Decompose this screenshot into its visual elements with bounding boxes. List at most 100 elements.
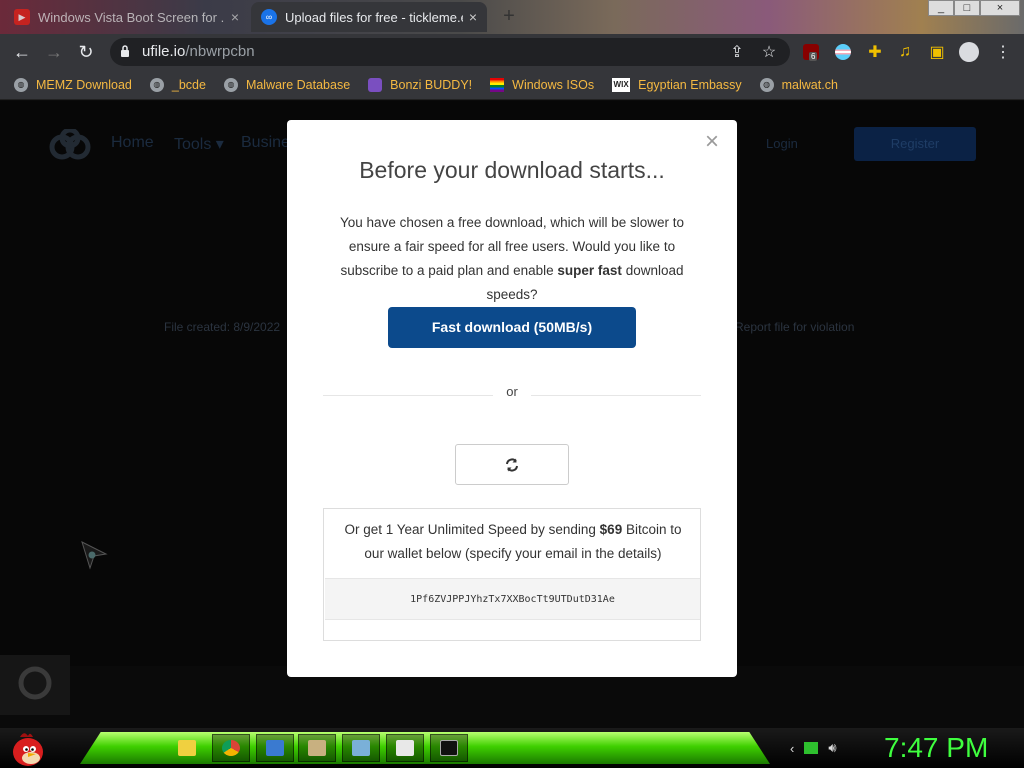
divider-left xyxy=(323,395,493,396)
url-text: ufile.io/nbwrpcbn xyxy=(142,43,255,60)
forward-icon[interactable]: → xyxy=(42,40,66,64)
mouse-cursor-icon xyxy=(81,541,108,570)
document-icon xyxy=(352,740,370,756)
desc-bold: super fast xyxy=(557,263,622,278)
url-path: /nbwrpcbn xyxy=(185,43,255,60)
bookmark-label: MEMZ Download xyxy=(36,77,132,92)
bonzi-icon xyxy=(368,77,383,92)
close-icon[interactable]: × xyxy=(705,130,719,154)
new-tab-button[interactable]: + xyxy=(498,6,520,26)
tray-chevron-icon[interactable]: ‹ xyxy=(790,741,794,756)
minimize-button[interactable]: _ xyxy=(928,0,954,16)
tab-youtube[interactable]: ▶ Windows Vista Boot Screen for ... × xyxy=(4,2,249,32)
tab-title: Windows Vista Boot Screen for ... xyxy=(38,9,225,25)
bookmark-label: Bonzi BUDDY! xyxy=(390,77,473,92)
share-icon[interactable]: ⇪ xyxy=(726,41,748,63)
bookmark-bcde[interactable]: ◍ _bcde xyxy=(149,77,206,92)
globe-icon: ◍ xyxy=(223,77,238,92)
bookmark-bonzi[interactable]: Bonzi BUDDY! xyxy=(368,77,473,92)
bookmark-label: Windows ISOs xyxy=(512,77,595,92)
ufile-logo xyxy=(49,129,91,160)
nav-tools[interactable]: Tools ▾ xyxy=(174,134,224,154)
or-separator: or xyxy=(506,384,518,399)
taskbar-chrome[interactable] xyxy=(212,734,250,762)
rainbow-flag-icon xyxy=(490,77,505,92)
file-created-text: File created: 8/9/2022 xyxy=(164,320,281,334)
btc-text: Or get 1 Year Unlimited Speed by sending xyxy=(344,522,600,537)
volume-icon[interactable]: 🔊︎ xyxy=(828,740,836,756)
lock-icon xyxy=(121,45,129,57)
bookmark-label: Egyptian Embassy xyxy=(638,77,742,92)
youtube-icon: ▶ xyxy=(14,9,30,25)
refresh-icon xyxy=(506,457,518,472)
modal-description: You have chosen a free download, which w… xyxy=(319,211,705,307)
maximize-button[interactable]: □ xyxy=(954,0,980,16)
profile-avatar-icon[interactable] xyxy=(958,41,980,63)
globe-icon: ◍ xyxy=(149,77,164,92)
taskbar-clock[interactable]: 7:47 PM xyxy=(884,732,988,764)
media-icon xyxy=(308,740,326,756)
bookmark-malware-database[interactable]: ◍ Malware Database xyxy=(223,77,351,92)
media-control-icon[interactable]: ♫ xyxy=(894,41,916,63)
register-button[interactable]: Register xyxy=(854,127,976,161)
globe-icon: ◍ xyxy=(759,77,774,92)
nav-login[interactable]: Login xyxy=(766,136,798,151)
taskbar-app5[interactable] xyxy=(342,734,380,762)
bitcoin-offer-box: Or get 1 Year Unlimited Speed by sending… xyxy=(323,508,701,641)
cmd-icon xyxy=(440,740,458,756)
bookmark-star-icon[interactable]: ☆ xyxy=(758,41,780,63)
side-panel-icon[interactable]: ▣ xyxy=(926,41,948,63)
folder-icon xyxy=(178,740,196,756)
bookmark-windows-isos[interactable]: Windows ISOs xyxy=(490,77,595,92)
bookmark-memz[interactable]: ◍ MEMZ Download xyxy=(14,77,132,92)
bookmark-label: _bcde xyxy=(171,77,206,92)
bookmark-label: Malware Database xyxy=(245,77,351,92)
taskbar-app3[interactable] xyxy=(256,734,294,762)
address-bar[interactable]: ufile.io/nbwrpcbn xyxy=(110,38,790,66)
bitcoin-address[interactable]: 1Pf6ZVJPPJYhzTx7XXBocTt9UTDutD31Ae xyxy=(325,578,700,620)
bookmark-label: malwat.ch xyxy=(781,77,838,92)
start-button-angry-bird-icon[interactable] xyxy=(6,728,48,768)
monitor-icon xyxy=(396,740,414,756)
taskbar-app6[interactable] xyxy=(386,734,424,762)
bookmark-malwatch[interactable]: ◍ malwat.ch xyxy=(759,77,838,92)
nav-business[interactable]: Busine xyxy=(241,134,290,152)
browser-toolbar: ← → ↻ ufile.io/nbwrpcbn ⇪ ☆ 6 ✚ ♫ ▣ ⋮ xyxy=(0,34,1024,70)
menu-icon[interactable]: ⋮ xyxy=(992,41,1014,63)
divider-right xyxy=(531,395,701,396)
modal-title: Before your download starts... xyxy=(359,157,665,183)
taskbar: ‹ 🔊︎ 7:47 PM xyxy=(0,728,1024,768)
puzzle-extension-icon[interactable]: ✚ xyxy=(864,41,886,63)
ufile-icon: ∞ xyxy=(261,9,277,25)
bookmark-egyptian-embassy[interactable]: WIX Egyptian Embassy xyxy=(612,77,742,92)
fast-download-button[interactable]: Fast download (50MB/s) xyxy=(388,307,636,348)
ublock-icon[interactable]: 6 xyxy=(800,41,822,63)
download-modal: × Before your download starts... You hav… xyxy=(287,120,737,677)
report-link[interactable]: Report file for violation xyxy=(735,320,854,334)
bookmarks-bar: ◍ MEMZ Download ◍ _bcde ◍ Malware Database … xyxy=(0,70,1024,100)
reload-icon[interactable]: ↻ xyxy=(74,40,98,64)
taskbar-cmd[interactable] xyxy=(430,734,468,762)
recaptcha-icon xyxy=(18,666,52,700)
tab-title: Upload files for free - tickleme.ex xyxy=(285,9,463,25)
close-icon[interactable]: × xyxy=(469,9,477,25)
network-icon[interactable] xyxy=(804,742,819,754)
refresh-download-button[interactable] xyxy=(455,444,569,485)
wix-icon: WIX xyxy=(612,77,631,92)
recaptcha-badge[interactable] xyxy=(0,655,70,715)
system-tray: ‹ 🔊︎ xyxy=(790,740,837,756)
nav-home[interactable]: Home xyxy=(111,134,154,152)
btc-price: $69 xyxy=(599,522,623,537)
taskbar-app4[interactable] xyxy=(298,734,336,762)
globe-icon: ◍ xyxy=(14,77,28,92)
url-domain: ufile.io xyxy=(142,43,186,60)
tab-ufile[interactable]: ∞ Upload files for free - tickleme.ex × xyxy=(251,2,487,32)
back-icon[interactable]: ← xyxy=(10,40,34,64)
taskbar-explorer[interactable] xyxy=(168,734,206,762)
chrome-icon xyxy=(222,740,240,756)
window-close-button[interactable]: × xyxy=(980,0,1020,16)
extension-badge: 6 xyxy=(809,52,818,61)
flag-extension-icon[interactable] xyxy=(832,41,854,63)
window-icon xyxy=(266,740,284,756)
close-icon[interactable]: × xyxy=(231,9,239,25)
